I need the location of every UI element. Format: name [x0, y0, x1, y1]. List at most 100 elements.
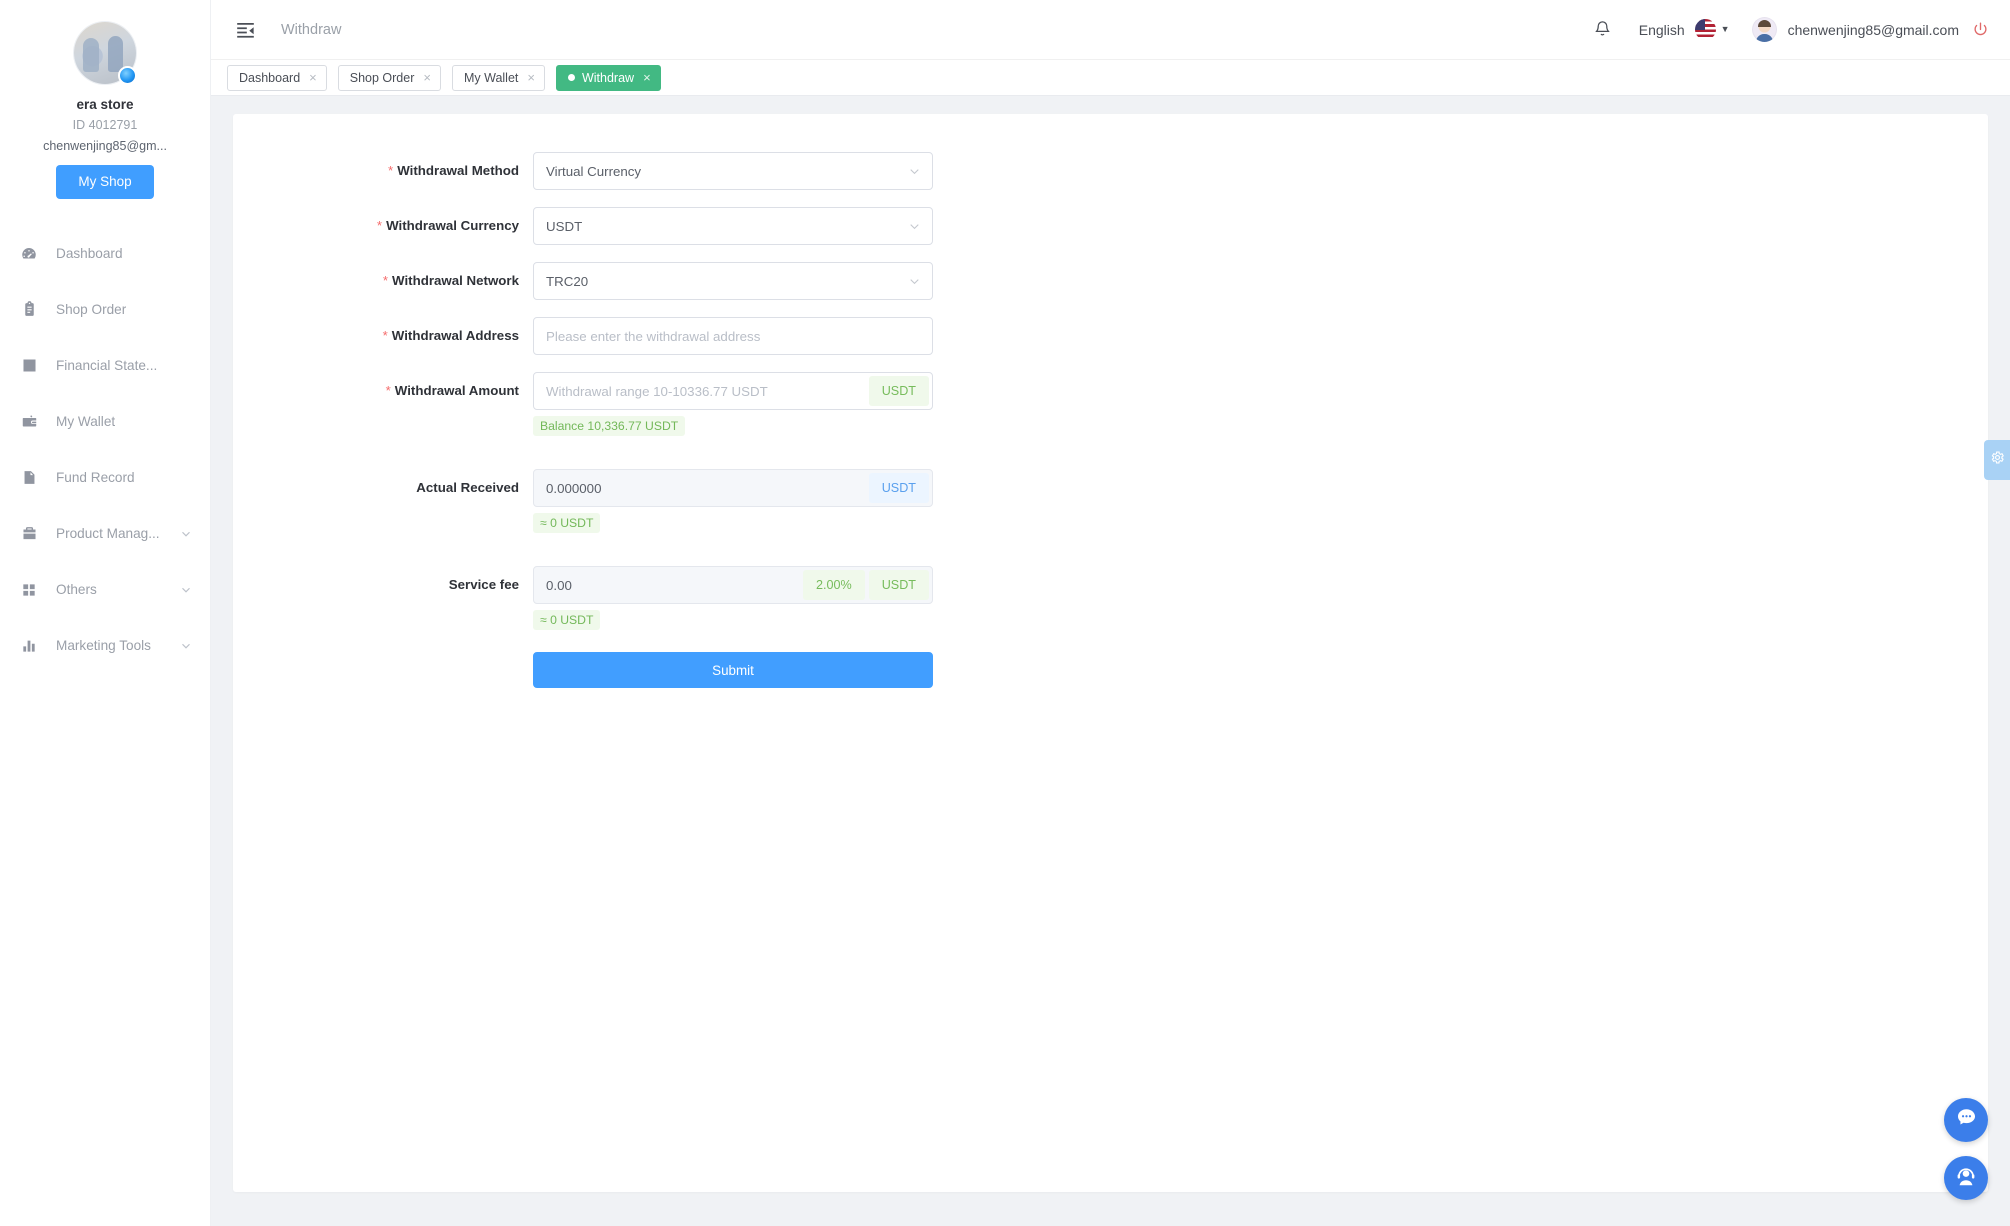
sidebar-item-product-management[interactable]: Product Manag...: [0, 506, 210, 562]
user-menu[interactable]: chenwenjing85@gmail.com: [1752, 17, 1959, 42]
sidebar-item-label: Dashboard: [56, 246, 123, 261]
close-icon[interactable]: ×: [643, 71, 651, 84]
label-withdrawal-amount: *Withdrawal Amount: [233, 372, 533, 410]
withdraw-form-card: *Withdrawal Method Virtual Currency: [233, 114, 1988, 1192]
chevron-down-icon: [180, 528, 192, 540]
submit-button[interactable]: Submit: [533, 652, 933, 688]
tab-my-wallet[interactable]: My Wallet ×: [452, 65, 545, 91]
field-withdrawal-address: [533, 317, 933, 355]
sidebar-item-my-wallet[interactable]: My Wallet: [0, 394, 210, 450]
close-icon[interactable]: ×: [309, 71, 317, 84]
us-flag-icon: [1695, 19, 1716, 40]
user-avatar-icon: [1752, 17, 1777, 42]
withdrawal-address-input[interactable]: [546, 318, 932, 354]
withdrawal-address-control[interactable]: [533, 317, 933, 355]
bar-chart-icon: [18, 635, 40, 657]
sidebar-item-marketing-tools[interactable]: Marketing Tools: [0, 618, 210, 674]
store-email: chenwenjing85@gm...: [0, 136, 210, 157]
actual-received-unit-tag: USDT: [869, 473, 929, 503]
customer-support-icon: [1954, 1164, 1978, 1193]
label-withdrawal-address: *Withdrawal Address: [233, 317, 533, 355]
tab-label: Dashboard: [239, 71, 300, 85]
language-selector[interactable]: English ▼: [1639, 19, 1730, 40]
sidebar-item-label: Fund Record: [56, 470, 135, 485]
form-row-withdrawal-address: *Withdrawal Address: [233, 317, 1988, 355]
menu-fold-icon[interactable]: [235, 19, 257, 41]
sidebar-nav: Dashboard Shop Order Financial State... …: [0, 226, 210, 674]
user-email: chenwenjing85@gmail.com: [1788, 22, 1959, 38]
verified-badge-icon: [118, 66, 137, 85]
service-fee-rate-tag: 2.00%: [803, 570, 865, 600]
amount-unit-tag: USDT: [869, 376, 929, 406]
label-actual-received: Actual Received: [233, 469, 533, 507]
chevron-down-icon: [180, 640, 192, 652]
close-icon[interactable]: ×: [423, 71, 431, 84]
withdrawal-currency-select[interactable]: USDT: [533, 207, 933, 245]
bell-icon[interactable]: [1593, 19, 1613, 41]
sidebar-item-fund-record[interactable]: Fund Record: [0, 450, 210, 506]
power-icon[interactable]: [1972, 21, 1990, 39]
gear-icon: [1990, 450, 2005, 470]
tab-withdraw[interactable]: Withdraw ×: [556, 65, 661, 91]
document-icon: [18, 467, 40, 489]
sidebar-item-label: Marketing Tools: [56, 638, 151, 653]
service-fee-unit-tag: USDT: [869, 570, 929, 600]
tab-label: Shop Order: [350, 71, 415, 85]
selected-value: Virtual Currency: [546, 164, 641, 179]
active-dot-icon: [568, 74, 575, 81]
sidebar-item-label: Product Manag...: [56, 526, 160, 541]
withdrawal-amount-control[interactable]: USDT: [533, 372, 933, 410]
field-withdrawal-currency: USDT: [533, 207, 933, 245]
chat-bubble-icon: [1955, 1106, 1978, 1134]
label-service-fee: Service fee: [233, 566, 533, 604]
field-withdrawal-method: Virtual Currency: [533, 152, 933, 190]
chevron-down-icon: [908, 275, 921, 288]
label-withdrawal-network: *Withdrawal Network: [233, 262, 533, 300]
sidebar-item-label: Others: [56, 582, 97, 597]
dashboard-icon: [18, 243, 40, 265]
chat-button[interactable]: [1944, 1098, 1988, 1142]
chevron-down-icon: [908, 165, 921, 178]
withdrawal-method-select[interactable]: Virtual Currency: [533, 152, 933, 190]
floating-action-buttons: [1944, 1098, 1988, 1200]
required-asterisk: *: [383, 328, 388, 343]
chevron-down-icon: ▼: [1721, 25, 1730, 34]
chevron-down-icon: [180, 584, 192, 596]
tab-dashboard[interactable]: Dashboard ×: [227, 65, 327, 91]
field-withdrawal-amount: USDT Balance 10,336.77 USDT: [533, 372, 933, 436]
service-fee-value: 0.00: [546, 578, 572, 593]
withdrawal-amount-input[interactable]: [546, 373, 869, 409]
content-wrapper: *Withdrawal Method Virtual Currency: [211, 96, 2010, 1192]
tab-bar: Dashboard × Shop Order × My Wallet × Wit…: [211, 60, 2010, 96]
sidebar-item-dashboard[interactable]: Dashboard: [0, 226, 210, 282]
form-row-actual-received: Actual Received 0.000000 USDT ≈ 0 USDT: [233, 469, 1988, 533]
tab-shop-order[interactable]: Shop Order ×: [338, 65, 441, 91]
tab-label: My Wallet: [464, 71, 518, 85]
field-withdrawal-network: TRC20: [533, 262, 933, 300]
avatar: [74, 22, 136, 84]
settings-panel-toggle[interactable]: [1984, 440, 2010, 480]
chart-line-icon: [18, 355, 40, 377]
label-withdrawal-currency: *Withdrawal Currency: [233, 207, 533, 245]
sidebar-item-shop-order[interactable]: Shop Order: [0, 282, 210, 338]
sidebar: era store ID 4012791 chenwenjing85@gm...…: [0, 0, 211, 1226]
wallet-icon: [18, 411, 40, 433]
close-icon[interactable]: ×: [527, 71, 535, 84]
sidebar-item-others[interactable]: Others: [0, 562, 210, 618]
spacer: [233, 453, 1988, 469]
chevron-down-icon: [908, 220, 921, 233]
customer-support-button[interactable]: [1944, 1156, 1988, 1200]
form-row-service-fee: Service fee 0.00 2.00% USDT ≈ 0 USDT: [233, 566, 1988, 630]
field-service-fee: 0.00 2.00% USDT ≈ 0 USDT: [533, 566, 933, 630]
withdrawal-network-select[interactable]: TRC20: [533, 262, 933, 300]
clipboard-icon: [18, 299, 40, 321]
actual-received-value: 0.000000: [546, 481, 601, 496]
form-row-withdrawal-amount: *Withdrawal Amount USDT Balance 10,336.7…: [233, 372, 1988, 436]
briefcase-icon: [18, 523, 40, 545]
my-shop-button[interactable]: My Shop: [56, 165, 153, 199]
sidebar-item-label: Financial State...: [56, 358, 157, 373]
sidebar-item-financial-statement[interactable]: Financial State...: [0, 338, 210, 394]
main-area: Withdraw English ▼ chenwenjing85@gmail.c…: [211, 0, 2010, 1226]
sidebar-profile: era store ID 4012791 chenwenjing85@gm...…: [0, 0, 210, 199]
field-actual-received: 0.000000 USDT ≈ 0 USDT: [533, 469, 933, 533]
